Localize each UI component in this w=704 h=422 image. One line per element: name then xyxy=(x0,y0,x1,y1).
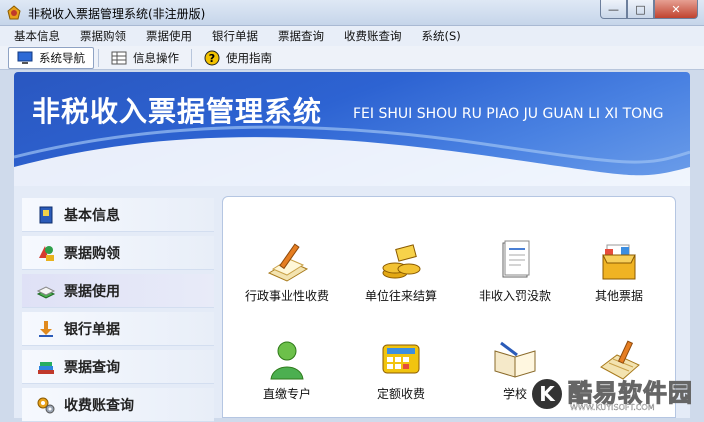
monitor-icon xyxy=(17,51,33,64)
nav-item-fee-query[interactable]: 收费账查询 xyxy=(22,388,214,422)
banner-title: 非税收入票据管理系统 xyxy=(32,95,323,128)
header-banner: 非税收入票据管理系统 FEI SHUI SHOU RU PIAO JU GUAN… xyxy=(14,72,690,190)
minimize-icon: — xyxy=(608,2,619,16)
feature-label: 定额收费 xyxy=(376,387,425,401)
bank-download-icon xyxy=(39,320,53,337)
document-icon xyxy=(502,240,530,278)
menu-ticket-query[interactable]: 票据查询 xyxy=(268,28,334,44)
menu-bank-slip[interactable]: 银行单据 xyxy=(202,28,268,44)
help-icon: ? xyxy=(204,50,220,65)
book-icon xyxy=(36,285,56,299)
tab-system-nav-label: 系统导航 xyxy=(39,50,85,65)
tab-system-nav[interactable]: 系统导航 xyxy=(8,46,94,69)
nav-item-label: 票据查询 xyxy=(64,359,120,376)
menu-basic-info[interactable]: 基本信息 xyxy=(4,28,70,44)
stack-books-icon xyxy=(38,361,54,374)
nav-item-ticket-use[interactable]: 票据使用 xyxy=(22,274,214,308)
nav-item-label: 票据购领 xyxy=(64,245,120,262)
nav-item-basic-info[interactable]: 基本信息 xyxy=(22,198,214,232)
nav-item-ticket-purchase[interactable]: 票据购领 xyxy=(22,236,214,270)
watermark-url: WWW.KUYISOFT.COM xyxy=(570,403,655,412)
tab-user-guide-label: 使用指南 xyxy=(226,50,272,65)
nav-item-bank-slip[interactable]: 银行单据 xyxy=(22,312,214,346)
feature-admin-fee[interactable]: 行政事业性收费 xyxy=(231,239,343,304)
close-icon: ✕ xyxy=(671,2,681,16)
calculator-icon xyxy=(382,344,420,374)
toolbar-separator xyxy=(98,48,99,67)
feature-label: 直缴专户 xyxy=(262,387,311,401)
menu-bar: 基本信息 票据购领 票据使用 银行单据 票据查询 收费账查询 系统(S) xyxy=(0,26,704,46)
feature-direct-account[interactable]: 直缴专户 xyxy=(231,337,343,402)
minimize-button[interactable]: — xyxy=(600,0,627,19)
gears-icon xyxy=(37,397,55,413)
clipboard-pen-icon xyxy=(267,243,309,282)
user-icon xyxy=(270,341,304,380)
gold-coins-icon xyxy=(382,244,421,279)
feature-label: 单位往来结算 xyxy=(364,289,437,303)
feature-label: 非收入罚没款 xyxy=(478,289,551,303)
feature-unit-settlement[interactable]: 单位往来结算 xyxy=(345,239,457,304)
feature-other-tickets[interactable]: 其他票据 xyxy=(563,239,675,304)
shapes-icon xyxy=(39,245,54,261)
watermark: K 酷易软件园 WWW.KUYISOFT.COM xyxy=(530,373,704,418)
feature-label: 行政事业性收费 xyxy=(244,289,329,303)
svg-text:?: ? xyxy=(209,52,215,65)
nav-item-label: 银行单据 xyxy=(64,321,120,338)
feature-label: 其他票据 xyxy=(594,289,643,303)
maximize-button[interactable]: □ xyxy=(627,0,654,19)
title-bar: 非税收入票据管理系统(非注册版) — □ ✕ xyxy=(0,0,704,26)
watermark-logo: K xyxy=(530,377,564,411)
left-nav: 基本信息 票据购领 票据使用 银行单据 票据查询 收费账查询 xyxy=(22,196,214,422)
tab-user-guide[interactable]: ? 使用指南 xyxy=(196,47,280,69)
nav-item-label: 收费账查询 xyxy=(64,397,134,414)
badge-icon xyxy=(39,206,53,223)
nav-item-label: 基本信息 xyxy=(64,207,120,224)
menu-system[interactable]: 系统(S) xyxy=(412,28,471,44)
nav-item-label: 票据使用 xyxy=(64,283,120,300)
tab-info-ops[interactable]: 信息操作 xyxy=(103,47,187,69)
grid-icon xyxy=(111,51,127,64)
window-title: 非税收入票据管理系统(非注册版) xyxy=(28,7,206,21)
maximize-icon: □ xyxy=(635,2,646,16)
feature-label: 学校 xyxy=(502,387,527,401)
close-button[interactable]: ✕ xyxy=(654,0,698,19)
app-icon xyxy=(7,5,21,20)
feature-fixed-fee[interactable]: 定额收费 xyxy=(345,337,457,402)
tab-info-ops-label: 信息操作 xyxy=(133,50,179,65)
toolbar: 系统导航 信息操作 ? 使用指南 xyxy=(0,46,704,70)
toolbar-separator xyxy=(191,48,192,67)
nav-item-ticket-query[interactable]: 票据查询 xyxy=(22,350,214,384)
banner-subtitle: FEI SHUI SHOU RU PIAO JU GUAN LI XI TONG xyxy=(353,106,664,122)
menu-fee-query[interactable]: 收费账查询 xyxy=(334,28,412,44)
feature-non-income-fines[interactable]: 非收入罚没款 xyxy=(459,239,571,304)
folder-box-icon xyxy=(602,244,636,280)
menu-ticket-use[interactable]: 票据使用 xyxy=(136,28,202,44)
menu-ticket-purchase[interactable]: 票据购领 xyxy=(70,28,136,44)
